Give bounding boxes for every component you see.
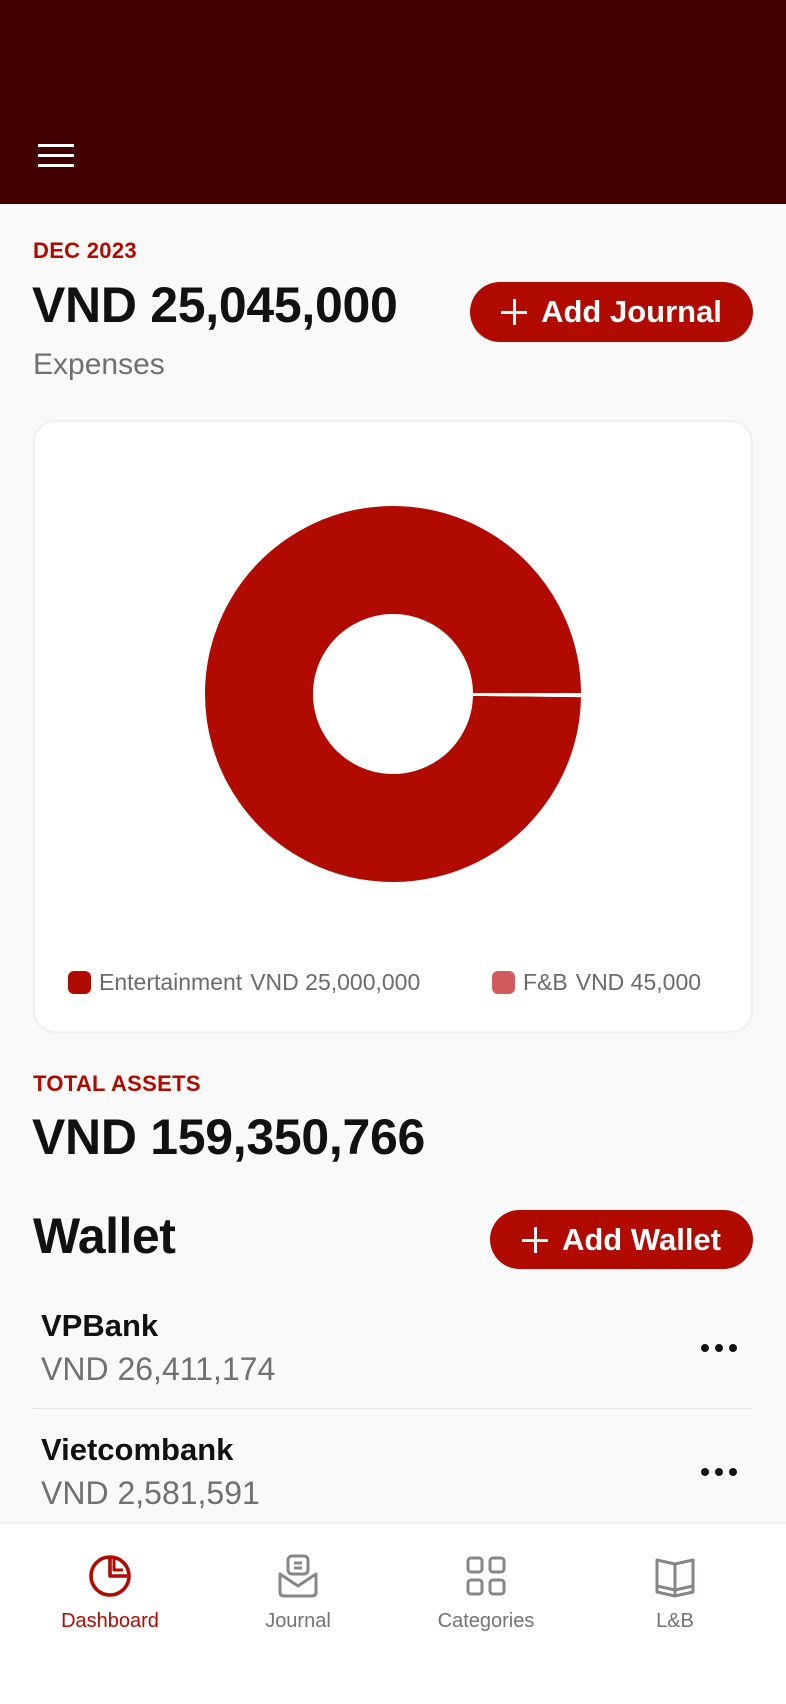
legend-label: F&B [523,969,568,995]
legend-label: Entertainment [99,969,243,995]
nav-tab-journal[interactable]: Journal [213,1552,383,1633]
add-wallet-label: Add Wallet [561,1221,721,1257]
wallet-item[interactable]: Vietcombank VND 2,581,591 [33,1424,753,1522]
legend-swatch-entertainment [68,971,91,994]
grid-icon [466,1556,506,1596]
expenses-total: VND 25,045,000 [32,277,398,333]
expenses-label: Expenses [33,348,165,381]
donut-slice-f-b[interactable] [470,693,584,698]
nav-label: Dashboard [61,1610,159,1632]
pie-chart-icon [89,1555,131,1597]
add-journal-button[interactable]: Add Journal [470,282,753,342]
more-options-icon[interactable] [697,1457,741,1487]
nav-tab-categories[interactable]: Categories [401,1552,571,1633]
expenses-period: DEC 2023 [33,238,137,263]
wallet-balance: VND 26,411,174 [41,1351,276,1387]
legend-value: VND 45,000 [575,969,702,995]
nav-label: Categories [437,1610,535,1632]
hamburger-icon[interactable] [38,141,74,169]
legend-swatch-fnb [492,971,515,994]
expenses-donut-chart [203,504,584,884]
plus-icon [521,1226,548,1253]
open-book-icon [655,1558,695,1598]
wallet-balance: VND 2,581,591 [41,1475,260,1511]
inbox-document-icon [278,1554,318,1598]
wallet-name: VPBank [41,1308,159,1343]
legend-value: VND 25,000,000 [250,969,421,995]
legend-item-entertainment: Entertainment VND 25,000,000 [68,969,420,996]
legend-item-fnb: F&B VND 45,000 [492,969,701,996]
add-wallet-button[interactable]: Add Wallet [490,1210,753,1269]
wallet-name: Vietcombank [41,1432,234,1467]
total-assets-label: TOTAL ASSETS [33,1071,201,1096]
more-options-icon[interactable] [697,1333,741,1363]
plus-icon [501,299,528,325]
wallet-heading: Wallet [33,1208,176,1264]
wallet-item[interactable]: VPBank VND 26,411,174 [33,1300,753,1408]
nav-tab-lb[interactable]: L&B [590,1552,760,1633]
add-journal-label: Add Journal [541,294,722,329]
app-header [0,0,786,204]
nav-tab-dashboard[interactable]: Dashboard [25,1552,195,1633]
nav-label: L&B [656,1610,694,1632]
total-assets-value: VND 159,350,766 [32,1109,426,1165]
bottom-nav: Dashboard Journal Categories L&B [0,1522,786,1704]
wallet-divider [33,1408,753,1409]
nav-label: Journal [265,1610,331,1632]
